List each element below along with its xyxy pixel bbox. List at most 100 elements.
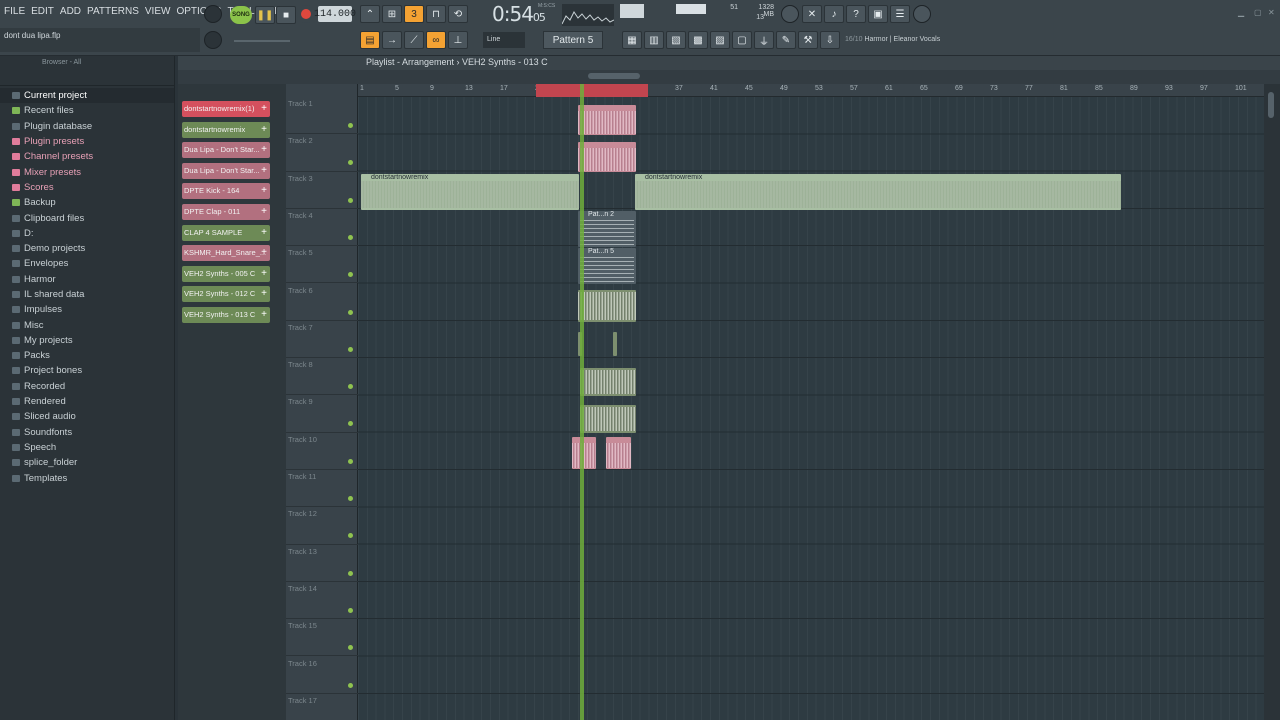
track-mute-led[interactable] — [348, 421, 353, 427]
menu-item-patterns[interactable]: PATTERNS — [87, 6, 139, 17]
project-browser-icon[interactable]: ▨ — [710, 31, 730, 49]
help-icon[interactable]: ? — [846, 5, 866, 23]
browser-item[interactable]: Speech — [0, 440, 174, 455]
menu-item-view[interactable]: VIEW — [145, 6, 171, 17]
add-icon[interactable]: + — [261, 286, 267, 302]
track-header[interactable]: Track 16 — [286, 657, 358, 694]
browser-item[interactable]: Channel presets — [0, 149, 174, 164]
vertical-scrollbar[interactable] — [1264, 84, 1280, 720]
track-header[interactable]: Track 4 — [286, 209, 358, 247]
metronome-icon[interactable]: ⌃ — [360, 5, 380, 23]
add-icon[interactable]: + — [261, 101, 267, 117]
browser-item[interactable]: Harmor — [0, 272, 174, 287]
track-header[interactable]: Track 2 — [286, 134, 358, 172]
audio-clip[interactable] — [613, 332, 617, 356]
browser-item[interactable]: Plugin database — [0, 119, 174, 134]
countdown-icon[interactable]: 3 — [404, 5, 424, 23]
browser-item[interactable]: Backup — [0, 195, 174, 210]
loop-region-marker[interactable] — [536, 84, 648, 97]
track-mute-led[interactable] — [348, 234, 353, 240]
browser-item[interactable]: Scores — [0, 180, 174, 195]
wait-for-input-icon[interactable]: ⊞ — [382, 5, 402, 23]
plugin-picker-icon[interactable]: ☰ — [890, 5, 910, 23]
browser-item[interactable]: Project bones — [0, 363, 174, 378]
browser-item[interactable]: Current project — [0, 88, 174, 104]
snap-selector[interactable]: Line — [483, 32, 525, 48]
mic-icon[interactable]: ♪ — [824, 5, 844, 23]
pattern-item[interactable]: DPTE Clap - 011 + — [182, 204, 270, 220]
vertical-scrollbar-thumb[interactable] — [1268, 92, 1274, 118]
track-header[interactable]: Track 9 — [286, 395, 358, 433]
track-mute-led[interactable] — [348, 682, 353, 688]
pattern-item[interactable]: KSHMR_Hard_Snare_... + — [182, 245, 270, 262]
browser-item[interactable]: Soundfonts — [0, 425, 174, 440]
menu-item-add[interactable]: ADD — [60, 6, 81, 17]
maximize-icon[interactable]: ▢ — [1254, 8, 1262, 17]
track-mute-led[interactable] — [348, 272, 353, 278]
add-icon[interactable]: + — [261, 266, 267, 282]
add-icon[interactable]: + — [261, 225, 267, 241]
track-header[interactable]: Track 7 — [286, 321, 358, 359]
channel-rack-icon[interactable]: ▥ — [644, 31, 664, 49]
pattern-song-toggle[interactable]: SONG — [230, 6, 252, 24]
horizontal-scrollbar[interactable] — [588, 73, 640, 79]
browser-item[interactable]: Plugin presets — [0, 134, 174, 149]
browser-item[interactable]: Envelopes — [0, 256, 174, 271]
track-header[interactable]: Track 5 — [286, 246, 358, 284]
browser-item[interactable]: splice_folder — [0, 455, 174, 470]
playlist-window-icon[interactable]: ▦ — [622, 31, 642, 49]
track-mute-led[interactable] — [348, 496, 353, 501]
pattern-item[interactable]: VEH2 Synths - 012 C + — [182, 286, 270, 303]
pattern-item[interactable]: dontstartnowremix(1) + — [182, 101, 270, 117]
menu-item-file[interactable]: FILE — [4, 6, 25, 17]
pattern-item[interactable]: Dua Lipa - Don't Star... + — [182, 162, 270, 179]
close-icon[interactable]: ✕ — [1268, 8, 1275, 17]
add-icon[interactable]: + — [261, 122, 267, 138]
audio-clip[interactable] — [606, 437, 631, 469]
browser-item[interactable]: My projects — [0, 333, 174, 348]
timeline-ruler[interactable]: 1591317212529333741454953576165697377818… — [358, 84, 1264, 97]
browser-item[interactable]: Recent files — [0, 103, 174, 118]
track-mute-led[interactable] — [348, 309, 353, 315]
browser-item[interactable]: Impulses — [0, 302, 174, 317]
track-header[interactable]: Track 6 — [286, 284, 358, 321]
link-icon[interactable]: ∞ — [426, 31, 446, 49]
browser-item[interactable]: Rendered — [0, 394, 174, 409]
pattern-item[interactable]: VEH2 Synths - 013 C + — [182, 307, 270, 323]
browser-item[interactable]: Recorded — [0, 379, 174, 394]
track-header[interactable]: Track 8 — [286, 358, 358, 396]
stop-button[interactable]: ■ — [276, 6, 296, 24]
add-icon[interactable]: + — [261, 163, 267, 179]
track-mute-led[interactable] — [348, 570, 353, 576]
pattern-clip[interactable]: Pat...n 2 — [578, 211, 636, 247]
track-mute-led[interactable] — [348, 123, 353, 128]
pause-button[interactable]: ❚❚ — [255, 6, 275, 24]
add-icon[interactable]: + — [261, 204, 267, 220]
minimize-icon[interactable]: ▁ — [1238, 8, 1244, 17]
pattern-item[interactable]: Dua Lipa - Don't Star... + — [182, 142, 270, 159]
audio-clip[interactable]: dontstartnowremix — [361, 174, 579, 210]
tools-icon[interactable]: ⚒ — [798, 31, 818, 49]
track-header[interactable]: Track 3 — [286, 172, 358, 209]
record-button[interactable] — [297, 5, 315, 23]
audio-clip[interactable] — [580, 368, 636, 396]
track-mute-led[interactable] — [348, 160, 353, 166]
pattern-clip[interactable]: Pat...n 5 — [578, 248, 636, 284]
track-header[interactable]: Track 12 — [286, 507, 358, 545]
audio-clip[interactable] — [578, 290, 636, 322]
snap-arrow-icon[interactable]: → — [382, 31, 402, 49]
playhead[interactable] — [580, 84, 584, 720]
track-mute-led[interactable] — [348, 197, 353, 203]
browser-item[interactable]: IL shared data — [0, 287, 174, 302]
browser-item[interactable]: Packs — [0, 348, 174, 363]
audio-clip[interactable]: dontstartnowremix — [635, 174, 1121, 210]
browser-item[interactable]: Mixer presets — [0, 164, 174, 179]
track-header[interactable]: Track 11 — [286, 470, 358, 508]
track-mute-led[interactable] — [348, 607, 353, 613]
browser-item[interactable]: Templates — [0, 470, 174, 485]
track-header[interactable]: Track 15 — [286, 619, 358, 657]
track-header[interactable]: Track 13 — [286, 545, 358, 582]
pattern-item[interactable]: VEH2 Synths - 005 C + — [182, 265, 270, 282]
audio-clip[interactable] — [580, 405, 636, 433]
chat-icon[interactable] — [913, 5, 931, 23]
